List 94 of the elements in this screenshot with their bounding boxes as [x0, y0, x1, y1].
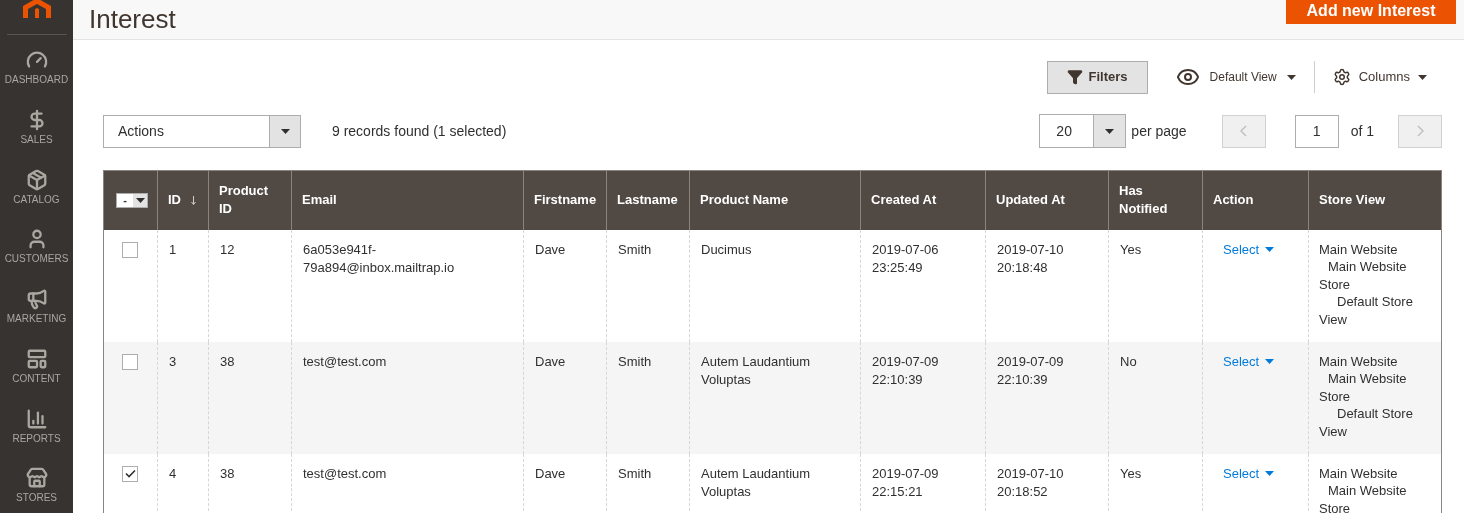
table-cell: Yes — [1120, 465, 1142, 481]
table-cell: 1 — [169, 241, 177, 257]
table-cell: 3 — [169, 353, 177, 369]
column-header[interactable]: ID — [157, 170, 209, 230]
gear-icon — [1332, 68, 1351, 86]
select-action-link[interactable]: Select — [1223, 352, 1288, 371]
column-header[interactable]: Store View — [1308, 170, 1442, 230]
columns-dropdown[interactable]: Columns — [1332, 67, 1427, 87]
sidebar-item[interactable]: MARKETING — [0, 274, 73, 334]
store-view-name: Default Store View — [1319, 293, 1414, 328]
mass-select-control[interactable]: - — [116, 192, 148, 208]
reports-icon — [25, 407, 48, 430]
store-name: Main Website Store — [1319, 258, 1408, 293]
row-checkbox[interactable] — [122, 353, 138, 370]
table-cell: 2019-07-09 22:10:39 — [997, 353, 1064, 387]
row-checkbox[interactable] — [122, 465, 138, 482]
caret-icon — [1265, 471, 1275, 476]
table-cell: Dave — [535, 353, 566, 369]
sidebar-item[interactable]: CONTENT — [0, 333, 73, 394]
table-cell: 2019-07-10 20:18:48 — [997, 241, 1064, 275]
store-view-name: Default Store View — [1319, 405, 1414, 440]
sidebar-item[interactable]: CUSTOMERS — [0, 214, 73, 275]
sidebar-item[interactable]: SALES — [0, 95, 73, 155]
marketing-icon — [25, 288, 48, 311]
table-cell: 2019-07-06 23:25:49 — [872, 241, 939, 275]
page-count: of 1 — [1350, 121, 1374, 141]
checkmark-icon — [124, 469, 136, 478]
table-cell: Smith — [618, 465, 652, 481]
column-header[interactable]: Product ID — [208, 170, 292, 230]
chevron-right-icon — [1416, 125, 1424, 137]
actions-dropdown[interactable]: Actions — [103, 114, 301, 148]
table-cell: No — [1120, 353, 1137, 369]
table-cell: 2019-07-09 22:10:39 — [872, 353, 939, 387]
sort-arrow-icon — [191, 195, 196, 205]
table-cell: Ducimus — [701, 241, 752, 257]
table-cell: 12 — [220, 241, 235, 257]
stores-icon — [25, 467, 48, 490]
column-header[interactable]: Has Notified — [1108, 170, 1203, 230]
store-name: Main Website Store — [1319, 482, 1408, 513]
store-website: Main Website — [1319, 240, 1399, 258]
store-website: Main Website — [1319, 464, 1399, 482]
column-header[interactable]: Created At — [860, 170, 986, 230]
sidebar-item[interactable]: DASHBOARD — [0, 35, 73, 95]
caret-icon — [135, 197, 145, 203]
table-cell: 6a053e941f-79a894@inbox.mailtrap.io — [303, 241, 455, 275]
chevron-left-icon — [1240, 125, 1248, 137]
column-header[interactable]: Updated At — [985, 170, 1109, 230]
table-cell: Smith — [618, 353, 652, 369]
add-new-button[interactable]: Add new Interest — [1286, 0, 1456, 24]
column-header[interactable]: Lastname — [606, 170, 690, 230]
page-number-field[interactable]: 1 — [1294, 114, 1339, 148]
filter-icon — [1066, 69, 1083, 85]
row-checkbox[interactable] — [122, 241, 138, 258]
content-icon — [25, 347, 48, 370]
table-cell: Yes — [1120, 241, 1142, 257]
table-cell: Smith — [618, 241, 652, 257]
caret-icon — [1418, 74, 1427, 80]
table-cell: Dave — [535, 465, 566, 481]
per-page-dropdown[interactable]: 20 — [1039, 114, 1127, 148]
table-cell: test@test.com — [303, 465, 387, 481]
view-dropdown[interactable]: Default View — [1175, 65, 1296, 89]
caret-icon — [1265, 247, 1275, 252]
next-page-button[interactable] — [1398, 114, 1442, 148]
table-cell: test@test.com — [303, 353, 387, 369]
table-cell: Dave — [535, 241, 566, 257]
table-cell: Autem Laudantium Voluptas — [701, 465, 811, 499]
table-cell: 38 — [220, 465, 235, 481]
column-header[interactable]: Action — [1202, 170, 1309, 230]
store-name: Main Website Store — [1319, 370, 1408, 405]
column-header[interactable]: Firstname — [523, 170, 607, 230]
table-cell: 2019-07-10 20:18:52 — [997, 465, 1064, 499]
table-cell: Autem Laudantium Voluptas — [701, 353, 811, 387]
column-header[interactable]: Email — [291, 170, 524, 230]
page-title: Interest — [89, 4, 176, 36]
caret-icon — [1265, 359, 1275, 364]
caret-icon — [1286, 74, 1296, 80]
select-action-link[interactable]: Select — [1223, 464, 1288, 483]
store-website: Main Website — [1319, 352, 1399, 370]
previous-page-button[interactable] — [1221, 114, 1266, 148]
column-header[interactable]: Product Name — [689, 170, 861, 230]
per-page-label: per page — [1131, 121, 1187, 141]
filters-button[interactable]: Filters — [1046, 60, 1148, 94]
caret-icon — [1105, 128, 1115, 134]
records-count: 9 records found (1 selected) — [332, 121, 507, 141]
select-action-link[interactable]: Select — [1223, 240, 1288, 259]
logo-icon — [22, 0, 51, 18]
table-cell: 4 — [169, 465, 177, 481]
sidebar-item[interactable]: CATALOG — [0, 154, 73, 215]
catalog-icon — [25, 168, 48, 191]
sidebar-item[interactable]: REPORTS — [0, 393, 73, 454]
caret-icon — [280, 128, 290, 134]
sidebar-item[interactable]: STORES — [0, 453, 73, 513]
table-cell: 38 — [220, 353, 235, 369]
table-cell: 2019-07-09 22:15:21 — [872, 465, 939, 499]
